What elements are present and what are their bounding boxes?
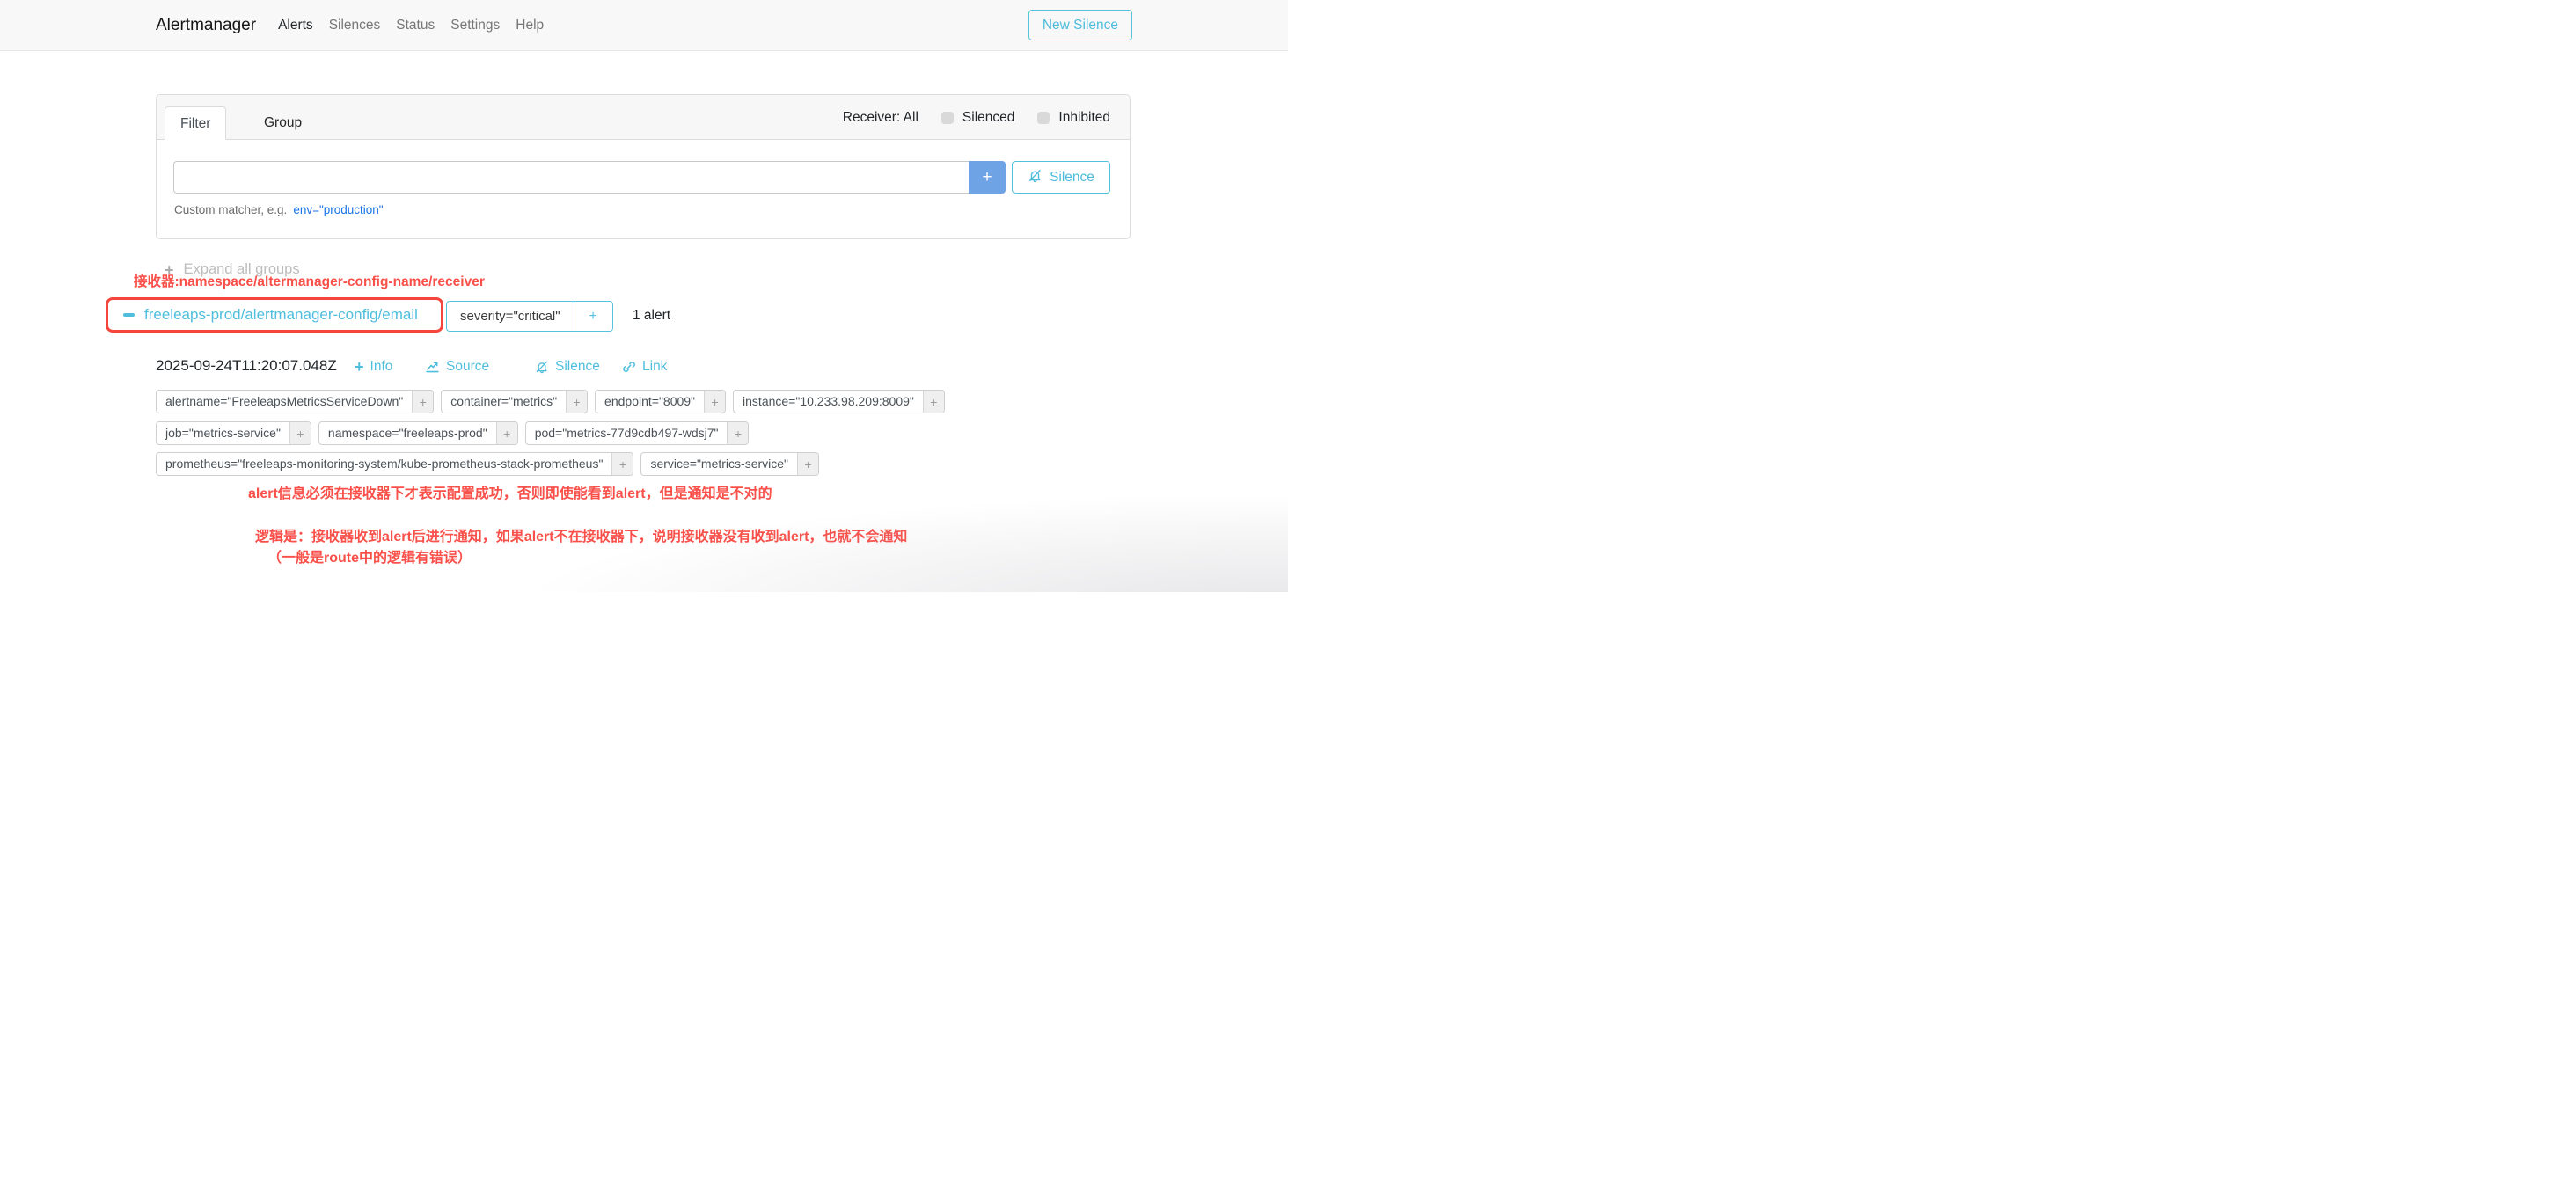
matcher-input[interactable] [173, 161, 969, 194]
info-label: Info [370, 359, 393, 375]
app-brand[interactable]: Alertmanager [156, 16, 256, 35]
matcher-hint: Custom matcher, e.g. env="production" [174, 203, 384, 216]
link-label: Link [642, 359, 667, 375]
nav-help[interactable]: Help [508, 18, 552, 33]
tab-group[interactable]: Group [249, 106, 317, 140]
link-icon [622, 360, 636, 374]
annotation-note-3: （一般是route中的逻辑有错误） [267, 545, 472, 566]
add-matcher-button[interactable]: + [969, 161, 1006, 194]
info-button[interactable]: + Info [355, 357, 392, 376]
top-navbar: Alertmanager Alerts Silences Status Sett… [0, 0, 1288, 51]
annotation-note-2: 逻辑是：接收器收到alert后进行通知，如果alert不在接收器下，说明接收器没… [255, 524, 907, 545]
bell-slash-icon [535, 360, 549, 374]
label-row-2: job="metrics-service" + namespace="freel… [156, 421, 749, 445]
alert-timestamp: 2025-09-24T11:20:07.048Z [156, 357, 337, 375]
link-button[interactable]: Link [622, 357, 667, 376]
label-add-filter-button[interactable]: + [704, 391, 725, 413]
label-tag: service="metrics-service" + [640, 452, 819, 476]
alert-count: 1 alert [633, 308, 670, 324]
label-tag: namespace="freeleaps-prod" + [318, 421, 518, 445]
source-button[interactable]: Source [425, 357, 489, 376]
label-add-filter-button[interactable]: + [412, 391, 433, 413]
inhibited-checkbox[interactable] [1037, 112, 1050, 124]
silence-filter-label: Silence [1050, 170, 1094, 186]
inhibited-label: Inhibited [1058, 110, 1110, 126]
filter-panel: Filter Group Receiver: All Silenced Inhi… [156, 94, 1131, 239]
silence-alert-label: Silence [555, 359, 600, 375]
plus-icon: + [355, 359, 364, 375]
alertmanager-page: Alertmanager Alerts Silences Status Sett… [0, 0, 1288, 592]
hint-text: Custom matcher, e.g. [174, 203, 287, 216]
nav-alerts[interactable]: Alerts [270, 18, 321, 33]
label-text: service="metrics-service" [641, 453, 797, 475]
label-add-filter-button[interactable]: + [566, 391, 587, 413]
label-text: instance="10.233.98.209:8009" [734, 391, 923, 413]
label-text: alertname="FreeleapsMetricsServiceDown" [157, 391, 412, 413]
label-tag: pod="metrics-77d9cdb497-wdsj7" + [525, 421, 750, 445]
annotation-note-1: alert信息必须在接收器下才表示配置成功，否则即使能看到alert，但是通知是… [248, 481, 772, 502]
silenced-label: Silenced [962, 110, 1014, 126]
label-tag: alertname="FreeleapsMetricsServiceDown" … [156, 390, 434, 413]
group-matcher-text: severity="critical" [447, 302, 574, 331]
filter-header-controls: Receiver: All Silenced Inhibited [843, 95, 1110, 140]
nav-settings[interactable]: Settings [443, 18, 508, 33]
silenced-checkbox[interactable] [941, 112, 954, 124]
label-text: pod="metrics-77d9cdb497-wdsj7" [526, 422, 728, 444]
label-text: container="metrics" [442, 391, 566, 413]
group-matcher-chip: severity="critical" + [446, 301, 613, 332]
silence-alert-button[interactable]: Silence [535, 357, 600, 376]
group-matcher-add-button[interactable]: + [574, 302, 612, 331]
source-label: Source [446, 359, 489, 375]
annotation-receiver-note: 接收器:namespace/altermanager-config-name/r… [134, 271, 485, 290]
silence-filter-button[interactable]: Silence [1012, 161, 1110, 194]
bell-slash-icon [1028, 168, 1043, 187]
main-nav: Alerts Silences Status Settings Help [270, 18, 552, 33]
label-tag: instance="10.233.98.209:8009" + [733, 390, 945, 413]
silenced-toggle[interactable]: Silenced [941, 110, 1014, 126]
hint-example-link[interactable]: env="production" [293, 203, 383, 216]
nav-silences[interactable]: Silences [321, 18, 389, 33]
label-add-filter-button[interactable]: + [289, 422, 311, 444]
chart-line-icon [425, 359, 440, 374]
label-add-filter-button[interactable]: + [923, 391, 944, 413]
label-tag: endpoint="8009" + [595, 390, 726, 413]
label-row-3: prometheus="freeleaps-monitoring-system/… [156, 452, 819, 476]
label-add-filter-button[interactable]: + [611, 453, 633, 475]
filter-panel-header: Filter Group Receiver: All Silenced Inhi… [157, 95, 1130, 140]
label-text: namespace="freeleaps-prod" [319, 422, 496, 444]
label-row-1: alertname="FreeleapsMetricsServiceDown" … [156, 390, 945, 413]
receiver-filter-label[interactable]: Receiver: All [843, 110, 918, 126]
inhibited-toggle[interactable]: Inhibited [1037, 110, 1110, 126]
collapse-minus-icon[interactable] [123, 313, 135, 317]
navbar-container: Alertmanager Alerts Silences Status Sett… [156, 0, 1132, 50]
label-add-filter-button[interactable]: + [797, 453, 818, 475]
new-silence-button[interactable]: New Silence [1028, 10, 1132, 40]
label-tag: container="metrics" + [441, 390, 588, 413]
label-text: prometheus="freeleaps-monitoring-system/… [157, 453, 611, 475]
label-text: job="metrics-service" [157, 422, 289, 444]
annotation-highlight-box: freeleaps-prod/alertmanager-config/email [106, 297, 443, 333]
group-receiver-link[interactable]: freeleaps-prod/alertmanager-config/email [144, 306, 418, 324]
label-tag: job="metrics-service" + [156, 421, 311, 445]
nav-status[interactable]: Status [388, 18, 443, 33]
label-text: endpoint="8009" [596, 391, 704, 413]
label-add-filter-button[interactable]: + [727, 422, 748, 444]
label-tag: prometheus="freeleaps-monitoring-system/… [156, 452, 633, 476]
tab-filter[interactable]: Filter [165, 106, 226, 140]
label-add-filter-button[interactable]: + [496, 422, 517, 444]
